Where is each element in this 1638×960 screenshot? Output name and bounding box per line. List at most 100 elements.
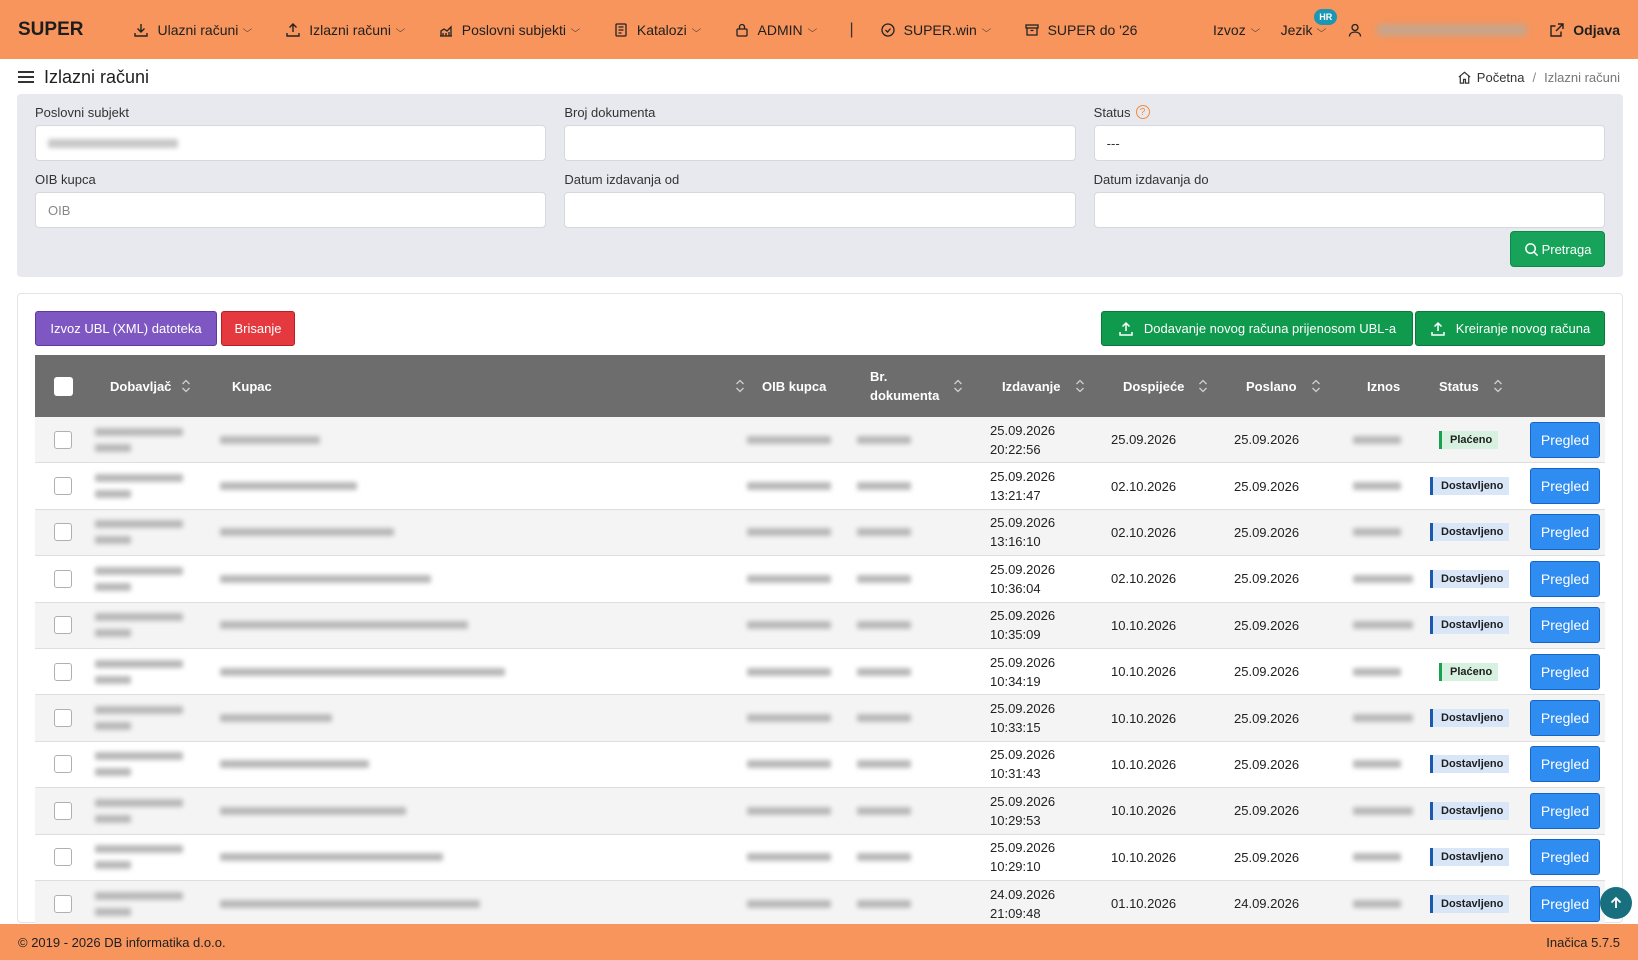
nav-super-win[interactable]: SUPER.win ⌵ xyxy=(880,22,991,38)
due-date-cell: 10.10.2026 xyxy=(1111,756,1177,772)
col-buyer-oib-label: OIB kupca xyxy=(762,378,827,394)
view-cell: Pregled xyxy=(1530,556,1600,601)
table-row[interactable]: 24.09.2026 21:09:48 01.10.2026 24.09.2026 Do… xyxy=(35,880,1605,928)
nav-admin[interactable]: ADMIN ⌵ xyxy=(734,22,817,38)
status-label-text: Status xyxy=(1093,104,1131,120)
status-cell: Plaćeno xyxy=(1439,649,1499,694)
nav-catalogs[interactable]: Katalozi ⌵ xyxy=(613,21,701,38)
table-row[interactable]: 25.09.2026 10:34:19 10.10.2026 25.09.2026 Pl… xyxy=(35,649,1605,696)
row-checkbox[interactable] xyxy=(54,649,72,694)
table-row[interactable]: 25.09.2026 10:29:53 10.10.2026 25.09.2026 Do… xyxy=(35,788,1605,835)
view-button[interactable]: Pregled xyxy=(1530,885,1600,922)
nav-language-label: Jezik xyxy=(1280,21,1313,38)
export-ubl-button[interactable]: Izvoz UBL (XML) datoteka xyxy=(35,311,217,346)
row-checkbox[interactable] xyxy=(54,742,72,787)
view-button[interactable]: Pregled xyxy=(1530,607,1600,644)
amount-cell-redacted xyxy=(1353,788,1413,833)
view-button[interactable]: Pregled xyxy=(1530,468,1600,505)
col-buyer-oib[interactable]: OIB kupca xyxy=(762,355,826,417)
view-cell: Pregled xyxy=(1530,463,1600,508)
table-row[interactable]: 25.09.2026 13:21:47 02.10.2026 25.09.2026 Do… xyxy=(35,463,1605,510)
select-all-checkbox[interactable] xyxy=(54,355,73,417)
status-badge: Dostavljeno xyxy=(1430,569,1510,588)
table-row[interactable]: 25.09.2026 13:16:10 02.10.2026 25.09.2026 Do… xyxy=(35,509,1605,557)
view-button[interactable]: Pregled xyxy=(1530,700,1600,737)
logout-button[interactable]: Odjava xyxy=(1549,22,1620,38)
table-row[interactable]: 25.09.2026 10:36:04 02.10.2026 25.09.2026 Do… xyxy=(35,556,1605,603)
buyer-cell-redacted xyxy=(220,649,505,694)
sort-icon xyxy=(735,378,745,394)
filter-panel: Poslovni subjekt Broj dokumenta Status? … xyxy=(17,94,1623,277)
col-buyer[interactable]: Kupac xyxy=(232,355,745,417)
nav-outgoing-invoices[interactable]: Izlazni računi ⌵ xyxy=(285,22,405,38)
search-icon xyxy=(1524,242,1538,256)
col-amount[interactable]: Iznos xyxy=(1367,355,1400,417)
row-checkbox[interactable] xyxy=(54,417,72,462)
breadcrumb-home[interactable]: Početna xyxy=(1477,70,1525,85)
view-button[interactable]: Pregled xyxy=(1530,653,1600,690)
row-checkbox[interactable] xyxy=(54,510,72,555)
business-subject-field[interactable] xyxy=(35,125,547,161)
create-invoice-button[interactable]: Kreiranje novog računa xyxy=(1415,311,1605,346)
col-due[interactable]: Dospijeće xyxy=(1123,355,1208,417)
search-button[interactable]: Pretraga xyxy=(1510,231,1605,267)
nav-user[interactable] xyxy=(1347,22,1528,38)
scroll-to-top-button[interactable] xyxy=(1600,887,1632,919)
status-select[interactable]: --- xyxy=(1093,125,1605,161)
document-number-input[interactable] xyxy=(564,125,1076,161)
nav-business-subjects[interactable]: Poslovni subjekti ⌵ xyxy=(438,22,580,38)
col-supplier[interactable]: Dobavljač xyxy=(110,355,191,417)
buyer-cell-redacted xyxy=(220,463,357,508)
nav-super-do-26[interactable]: SUPER do '26 xyxy=(1024,22,1137,38)
table-row[interactable]: 25.09.2026 20:22:56 25.09.2026 25.09.2026 Pl… xyxy=(35,417,1605,464)
col-status[interactable]: Status xyxy=(1439,355,1503,417)
table-row[interactable]: 25.09.2026 10:31:43 10.10.2026 25.09.2026 Do… xyxy=(35,742,1605,789)
view-button[interactable]: Pregled xyxy=(1530,746,1600,783)
nav-export[interactable]: Izvoz ⌵ xyxy=(1213,22,1260,38)
row-checkbox[interactable] xyxy=(54,695,72,740)
view-button[interactable]: Pregled xyxy=(1530,514,1600,551)
view-button[interactable]: Pregled xyxy=(1530,792,1600,829)
view-button[interactable]: Pregled xyxy=(1530,421,1600,458)
row-checkbox[interactable] xyxy=(54,881,72,926)
view-cell: Pregled xyxy=(1530,788,1600,833)
col-sent[interactable]: Poslano xyxy=(1246,355,1321,417)
buyer-cell-redacted xyxy=(220,835,443,880)
row-checkbox[interactable] xyxy=(54,556,72,601)
view-button[interactable]: Pregled xyxy=(1530,839,1600,876)
help-icon[interactable]: ? xyxy=(1135,105,1150,119)
date-from-input[interactable] xyxy=(564,192,1076,228)
delete-button[interactable]: Brisanje xyxy=(221,311,295,346)
row-checkbox[interactable] xyxy=(54,835,72,880)
row-checkbox[interactable] xyxy=(54,788,72,833)
sent-date-cell: 25.09.2026 xyxy=(1234,803,1300,819)
menu-toggle-icon[interactable] xyxy=(18,68,34,86)
add-ubl-invoice-button[interactable]: Dodavanje novog računa prijenosom UBL-a xyxy=(1101,311,1413,346)
issued-cell: 25.09.2026 10:33:15 xyxy=(990,695,1055,740)
view-button[interactable]: Pregled xyxy=(1530,560,1600,597)
nav-catalogs-label: Katalozi xyxy=(636,21,687,38)
status-select-value: --- xyxy=(1106,135,1120,151)
page-header: Izlazni računi Početna / Izlazni računi xyxy=(0,59,1638,95)
row-checkbox[interactable] xyxy=(54,463,72,508)
issued-cell: 25.09.2026 10:34:19 xyxy=(990,649,1055,694)
doc-number-cell-redacted xyxy=(857,835,911,880)
row-checkbox[interactable] xyxy=(54,603,72,648)
nav-language[interactable]: Jezik ⌵ HR xyxy=(1280,8,1338,38)
date-to-input[interactable] xyxy=(1093,192,1605,228)
col-doc-number[interactable]: Br. dokumenta xyxy=(870,355,963,417)
status-badge: Dostavljeno xyxy=(1430,523,1510,542)
table-row[interactable]: 25.09.2026 10:35:09 10.10.2026 25.09.2026 Do… xyxy=(35,602,1605,649)
table-row[interactable]: 25.09.2026 10:33:15 10.10.2026 25.09.2026 Do… xyxy=(35,695,1605,742)
nav-incoming-invoices-label: Ulazni računi xyxy=(157,21,239,38)
nav-incoming-invoices[interactable]: Ulazni računi ⌵ xyxy=(133,21,253,38)
col-issued[interactable]: Izdavanje xyxy=(1002,355,1085,417)
table-row[interactable]: 25.09.2026 10:29:10 10.10.2026 25.09.2026 Do… xyxy=(35,835,1605,881)
brand-logo[interactable]: SUPER xyxy=(18,19,83,41)
supplier-cell-redacted xyxy=(95,603,183,648)
footer-version: Inačica 5.7.5 xyxy=(1546,934,1620,950)
logout-label: Odjava xyxy=(1573,21,1620,38)
col-supplier-label: Dobavljač xyxy=(110,378,172,394)
buyer-oib-input[interactable] xyxy=(35,192,547,228)
col-buyer-label: Kupac xyxy=(232,378,272,394)
